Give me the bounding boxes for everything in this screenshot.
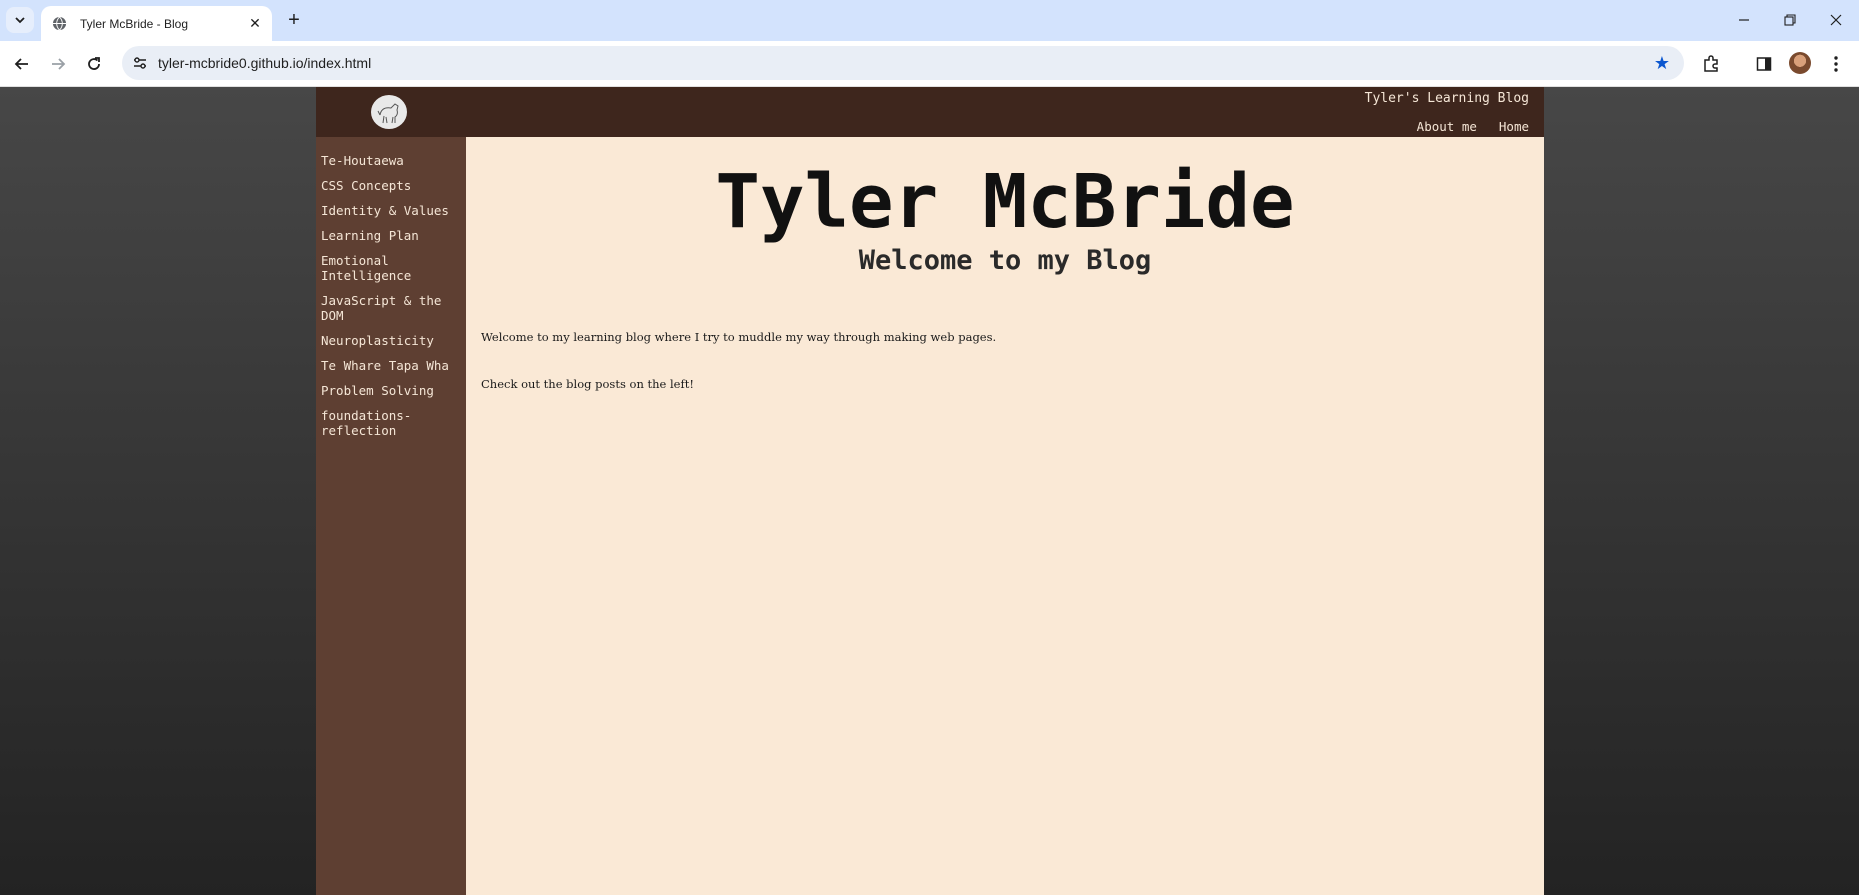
sidebar-item-neuroplasticity[interactable]: Neuroplasticity — [321, 333, 461, 348]
cta-paragraph: Check out the blog posts on the left! — [481, 377, 694, 391]
minimize-button[interactable] — [1721, 6, 1767, 34]
sidebar-item-css-concepts[interactable]: CSS Concepts — [321, 178, 461, 193]
globe-icon — [51, 16, 67, 32]
main-content: Tyler McBride Welcome to my Blog Welcome… — [466, 137, 1544, 895]
sidebar-item-learning-plan[interactable]: Learning Plan — [321, 228, 461, 243]
url-text: tyler-mcbride0.github.io/index.html — [158, 55, 372, 71]
browser-tab-bar: Tyler McBride - Blog ✕ + — [0, 0, 1859, 41]
site-header: Tyler's Learning Blog About me Home — [316, 87, 1544, 137]
nav-about-me[interactable]: About me — [1417, 119, 1477, 134]
menu-icon[interactable] — [1824, 52, 1848, 76]
forward-icon[interactable] — [44, 50, 72, 78]
close-tab-icon[interactable]: ✕ — [246, 14, 264, 32]
new-tab-button[interactable]: + — [283, 9, 305, 31]
site-settings-icon[interactable] — [132, 55, 148, 71]
sidebar-item-foundations-reflection[interactable]: foundations-reflection — [321, 408, 461, 438]
sidebar-item-problem-solving[interactable]: Problem Solving — [321, 383, 461, 398]
browser-tab[interactable]: Tyler McBride - Blog ✕ — [41, 6, 272, 41]
sidebar-item-te-houtaewa[interactable]: Te-Houtaewa — [321, 153, 461, 168]
tab-search-icon[interactable] — [6, 7, 34, 33]
page-title: Tyler McBride — [715, 159, 1295, 245]
bookmark-star-icon[interactable]: ★ — [1652, 53, 1672, 73]
restore-button[interactable] — [1767, 6, 1813, 34]
dog-logo-icon[interactable] — [371, 95, 407, 129]
page-subtitle: Welcome to my Blog — [858, 245, 1152, 276]
close-window-button[interactable] — [1813, 6, 1859, 34]
nav-home[interactable]: Home — [1499, 119, 1529, 134]
sidebar: Te-Houtaewa CSS Concepts Identity & Valu… — [316, 137, 466, 895]
blog-title: Tyler's Learning Blog — [1364, 91, 1529, 106]
site-container: Tyler's Learning Blog About me Home Te-H… — [316, 87, 1544, 895]
address-bar[interactable]: tyler-mcbride0.github.io/index.html ★ — [122, 46, 1684, 80]
tab-title: Tyler McBride - Blog — [80, 16, 189, 31]
side-panel-icon[interactable] — [1752, 52, 1776, 76]
intro-paragraph: Welcome to my learning blog where I try … — [481, 330, 997, 344]
sidebar-item-emotional-intelligence[interactable]: Emotional Intelligence — [321, 253, 461, 283]
page-viewport: Tyler's Learning Blog About me Home Te-H… — [0, 87, 1859, 895]
extensions-icon[interactable] — [1699, 52, 1723, 76]
top-nav: About me Home — [1417, 119, 1529, 134]
sidebar-item-javascript-dom[interactable]: JavaScript & the DOM — [321, 293, 461, 323]
profile-avatar[interactable] — [1789, 52, 1811, 74]
back-icon[interactable] — [8, 50, 36, 78]
sidebar-item-te-whare-tapa-wha[interactable]: Te Whare Tapa Wha — [321, 358, 461, 373]
sidebar-item-identity-values[interactable]: Identity & Values — [321, 203, 461, 218]
reload-icon[interactable] — [80, 50, 108, 78]
browser-toolbar: tyler-mcbride0.github.io/index.html ★ — [0, 41, 1859, 87]
